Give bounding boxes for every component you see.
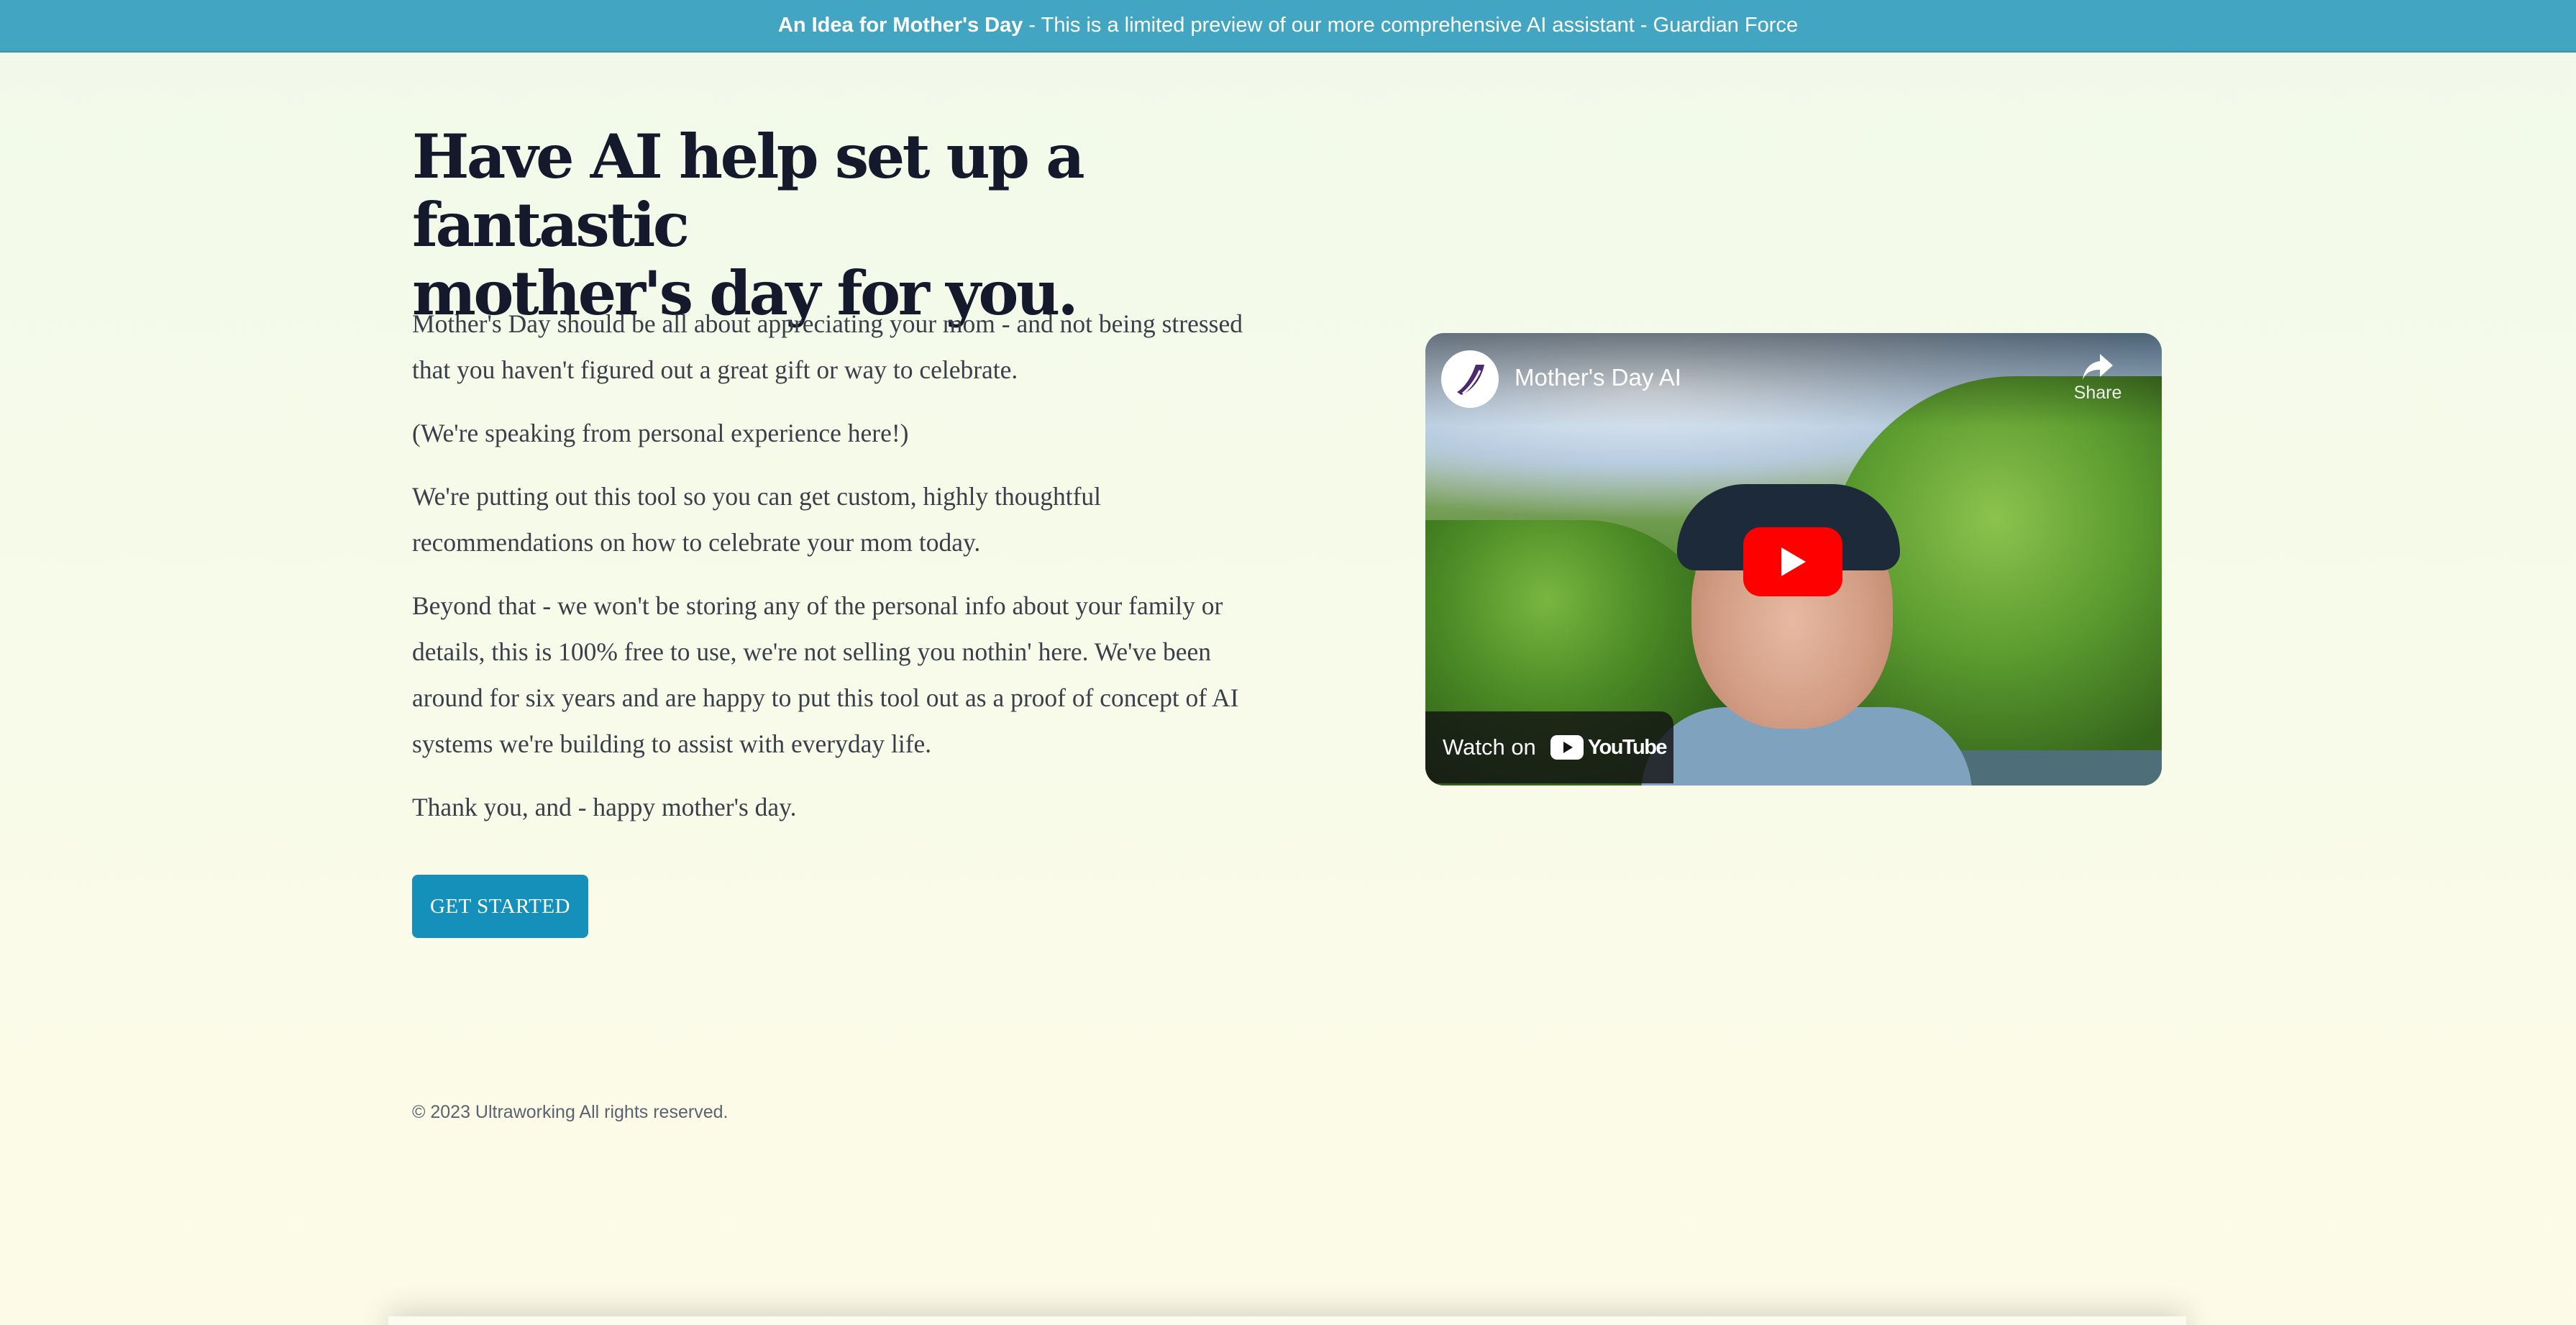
intro-paragraph: Beyond that - we won't be storing any of… [412,591,1239,758]
watch-on-label: Watch on [1443,734,1536,760]
get-started-button[interactable]: GET STARTED [412,875,588,938]
channel-logo-icon [1448,358,1492,401]
share-button[interactable]: Share [2065,351,2130,423]
page-title-line-1: Have AI help set up a fantastic [412,121,1085,260]
youtube-wordmark: YouTube [1587,735,1668,759]
youtube-logo: YouTube [1550,735,1668,760]
youtube-video-embed[interactable]: Mother's Day AI Share Watch on YouTube [1425,333,2162,786]
play-button[interactable] [1743,527,1842,596]
intro-paragraph: Mother's Day should be all about appreci… [412,309,1243,384]
page-title: Have AI help set up a fantastic mother's… [412,122,1275,327]
intro-paragraph: (We're speaking from personal experience… [412,419,909,447]
announcement-banner: An Idea for Mother's Day - This is a lim… [0,0,2576,53]
banner-title: An Idea for Mother's Day [777,14,1023,37]
intro-copy: Mother's Day should be all about appreci… [412,301,1246,847]
intro-paragraph: We're putting out this tool so you can g… [412,482,1101,557]
banner-text: - This is a limited preview of our more … [1023,14,1799,37]
intro-paragraph: Thank you, and - happy mother's day. [412,793,797,821]
share-label: Share [2073,383,2122,403]
youtube-logo-icon [1550,735,1584,760]
watch-on-youtube-button[interactable]: Watch on YouTube [1425,711,1673,783]
share-icon [2083,354,2113,380]
channel-avatar[interactable] [1441,350,1499,408]
play-icon [1781,547,1806,576]
bottom-section-edge [388,1316,2186,1325]
footer-copyright: © 2023 Ultraworking All rights reserved. [412,1102,729,1122]
video-title[interactable]: Mother's Day AI [1515,364,1681,391]
